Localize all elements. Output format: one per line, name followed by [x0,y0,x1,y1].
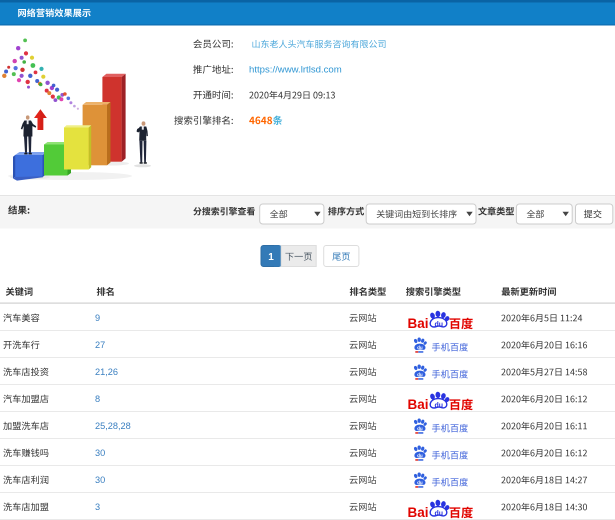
svg-text:du: du [417,480,423,485]
svg-text:9: 9 [95,313,100,323]
svg-text:21,26: 21,26 [95,367,118,377]
svg-text:du: du [417,426,423,431]
svg-text:8: 8 [95,394,100,404]
svg-text:27: 27 [95,340,105,350]
svg-text:du: du [435,402,444,409]
svg-text:30: 30 [95,448,105,458]
svg-text:30: 30 [95,475,105,485]
svg-text:1: 1 [268,252,274,263]
svg-text:du: du [435,321,444,328]
svg-text:3: 3 [95,502,100,512]
svg-text:du: du [417,372,423,377]
svg-text:du: du [417,345,423,350]
svg-text:Bai: Bai [408,505,429,520]
svg-text:25,28,28: 25,28,28 [95,421,131,431]
svg-text:https://www.lrtlsd.com: https://www.lrtlsd.com [249,65,342,76]
svg-text:du: du [417,453,423,458]
svg-text:du: du [435,510,444,517]
svg-text:Bai: Bai [408,397,429,412]
svg-text:Bai: Bai [408,316,429,331]
